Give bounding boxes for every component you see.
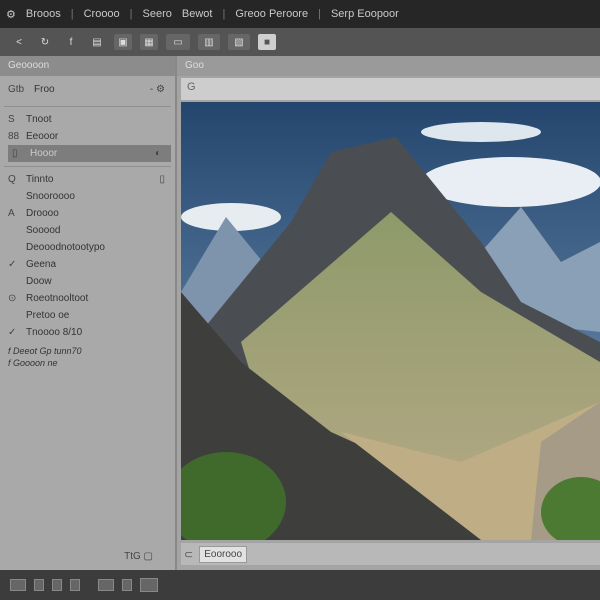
note: f Goooon ne <box>8 358 58 368</box>
item-label: Tinnto <box>26 174 54 185</box>
list-item[interactable]: S Tnoot <box>0 111 175 128</box>
doc-icon[interactable]: ▯ <box>159 174 165 185</box>
list-item[interactable]: Deooodnotootypo <box>0 239 175 256</box>
item-label: Tnoot <box>26 114 52 125</box>
mountain-photo <box>181 102 600 540</box>
list-item[interactable]: Q Tinnto ▯ <box>0 171 175 188</box>
list-item[interactable]: Pretoo oe <box>0 307 175 324</box>
item-label: Roeotnooltoot <box>26 293 89 304</box>
menu-item[interactable]: Seero <box>143 8 172 20</box>
item-icon: S <box>8 114 15 125</box>
footer-label: TtG <box>124 551 141 562</box>
panel-header: Geoooon <box>0 56 175 76</box>
app-icon: ⚙ <box>6 8 16 21</box>
lock-icon[interactable]: ▣ <box>114 34 132 50</box>
survey-icon[interactable] <box>98 579 114 591</box>
selector-label: Froo <box>34 83 55 95</box>
tool-icon[interactable]: G <box>187 81 196 93</box>
view-header: Goo <box>177 56 600 76</box>
grid-icon[interactable]: ▦ <box>140 34 158 50</box>
fullscreen-icon[interactable] <box>140 578 158 592</box>
menu-item[interactable]: Serp Eoopoor <box>331 8 399 20</box>
item-label: Hooor <box>30 148 58 159</box>
item-label: Doow <box>26 276 52 287</box>
item-label: Pretoo oe <box>26 310 70 321</box>
item-label: Droooo <box>26 208 59 219</box>
image-canvas[interactable] <box>181 102 600 540</box>
filmstrip-icon[interactable] <box>10 579 26 591</box>
frame-icon[interactable]: ▤ <box>88 34 106 50</box>
list-item[interactable]: ⊙ Roeotnooltoot <box>0 290 175 307</box>
list-item[interactable]: A Droooo <box>0 205 175 222</box>
page-icon[interactable] <box>122 579 132 591</box>
item-icon: ▯ <box>12 148 18 159</box>
list-item[interactable]: Doow <box>0 273 175 290</box>
selector-icon: Gtb <box>8 83 25 95</box>
menu-item[interactable]: Croooo <box>84 8 120 20</box>
preview-icon[interactable]: ■ <box>258 34 276 50</box>
list-item-selected[interactable]: ▯ Hooor ◐ <box>8 145 171 162</box>
item-icon: 88 <box>8 131 20 142</box>
grid-view-icon[interactable] <box>34 579 44 591</box>
preset-selector[interactable]: Gtb Froo - ⚙ <box>0 76 175 102</box>
divider <box>4 106 171 107</box>
crop-icon[interactable]: ▥ <box>198 34 220 50</box>
settings-icon[interactable]: - ⚙ <box>150 84 165 95</box>
rotate-icon[interactable]: ↻ <box>36 34 54 50</box>
zoom-icon[interactable]: ⊂ <box>184 548 193 561</box>
item-label: Snooroooo <box>26 191 75 202</box>
target-icon: ⊙ <box>8 293 17 304</box>
check-icon: ✓ <box>8 327 17 338</box>
item-label: Deooodnotootypo <box>26 242 105 253</box>
panel-footer: TtG ▢ <box>124 551 153 562</box>
item-icon: Q <box>8 174 16 185</box>
image-view-panel: Goo G ⊂ Eoorooo <box>177 56 600 570</box>
toolbar: < ↻ f ▤ ▣ ▦ ▭ ▥ ▧ ■ <box>0 28 600 56</box>
note: f Deeot Gp tunn70 <box>8 346 82 356</box>
item-label: Tnoooo 8/10 <box>26 327 83 338</box>
back-icon[interactable]: < <box>10 34 28 50</box>
list-item[interactable]: 88 Eeooor <box>0 128 175 145</box>
layers-icon[interactable]: ▭ <box>166 34 190 50</box>
menu-item[interactable]: Greoo Peroore <box>235 8 308 20</box>
eye-icon[interactable]: ◐ <box>155 148 161 159</box>
list-item[interactable]: ✓ Tnoooo 8/10 <box>0 324 175 341</box>
check-icon: ✓ <box>8 259 17 270</box>
item-icon: A <box>8 208 15 219</box>
divider <box>4 166 171 167</box>
bottom-button[interactable]: Eoorooo <box>199 545 248 563</box>
item-label: Geena <box>26 259 57 270</box>
list-item[interactable]: ✓ Geena <box>0 256 175 273</box>
list-item[interactable]: Snooroooo <box>0 188 175 205</box>
loupe-icon[interactable] <box>52 579 62 591</box>
item-label: Sooood <box>26 225 61 236</box>
item-label: Eeooor <box>26 131 59 142</box>
status-bar <box>0 570 600 600</box>
compare-icon[interactable]: ▧ <box>228 34 250 50</box>
menu-item[interactable]: Bewot <box>182 8 213 20</box>
view-bottom-bar: ⊂ Eoorooo <box>181 543 600 565</box>
menu-item[interactable]: Brooos <box>26 8 61 20</box>
left-panel: Geoooon Gtb Froo - ⚙ S Tnoot 88 Eeooor ▯ Ho… <box>0 56 177 570</box>
view-toolbar: G <box>181 78 600 100</box>
title-bar: ⚙ Brooos | Croooo | Seero Bewot | Greoo Per… <box>0 0 600 28</box>
compare-view-icon[interactable] <box>70 579 80 591</box>
square-icon[interactable]: ▢ <box>144 551 153 562</box>
text-icon[interactable]: f <box>62 34 80 50</box>
list-item[interactable]: Sooood <box>0 222 175 239</box>
